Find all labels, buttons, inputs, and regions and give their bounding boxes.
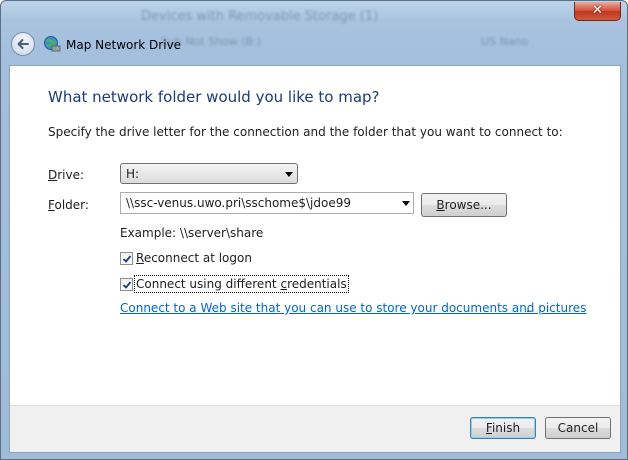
back-arrow-icon [17,39,29,49]
close-button[interactable]: ✕ [574,2,621,21]
close-icon: ✕ [592,3,603,18]
map-network-drive-window: Devices with Removable Storage (1) Sub N… [0,0,628,460]
folder-label: Folder: [48,198,89,212]
background-text: US Nano [481,35,529,48]
folder-combobox[interactable]: \\ssc-venus.uwo.pri\sschome$\jdoe99 [120,192,414,214]
credentials-checkbox[interactable] [120,278,133,291]
drive-select-value: H: [126,167,140,181]
drive-label: Drive: [48,168,85,182]
dialog-content: What network folder would you like to ma… [9,65,621,453]
reconnect-checkbox[interactable] [120,252,133,265]
background-text: Devices with Removable Storage (1) [141,9,379,24]
dialog-footer: Finish Cancel [10,405,620,452]
browse-button[interactable]: Browse... [421,193,507,217]
reconnect-label[interactable]: Reconnect at logon [136,251,252,265]
example-text: Example: \\server\share [120,226,264,240]
drive-select[interactable]: H: [120,163,298,184]
link-period: . [526,301,530,315]
web-site-link[interactable]: Connect to a Web site that you can use t… [120,301,586,315]
checkmark-icon [122,255,132,263]
checkmark-icon [122,281,132,289]
chevron-down-icon[interactable] [402,201,410,206]
background-window-content: Devices with Removable Storage (1) Sub N… [121,3,541,61]
instruction-text: Specify the drive letter for the connect… [48,125,563,139]
window-title: Map Network Drive [66,38,182,52]
credentials-label[interactable]: Connect using different credentials [134,275,349,293]
back-button[interactable] [11,32,35,56]
cancel-button[interactable]: Cancel [545,417,611,439]
finish-button[interactable]: Finish [470,417,536,439]
folder-input[interactable]: \\ssc-venus.uwo.pri\sschome$\jdoe99 [126,196,351,210]
page-heading: What network folder would you like to ma… [48,88,380,106]
network-drive-icon [44,36,61,52]
chevron-down-icon [285,172,293,177]
